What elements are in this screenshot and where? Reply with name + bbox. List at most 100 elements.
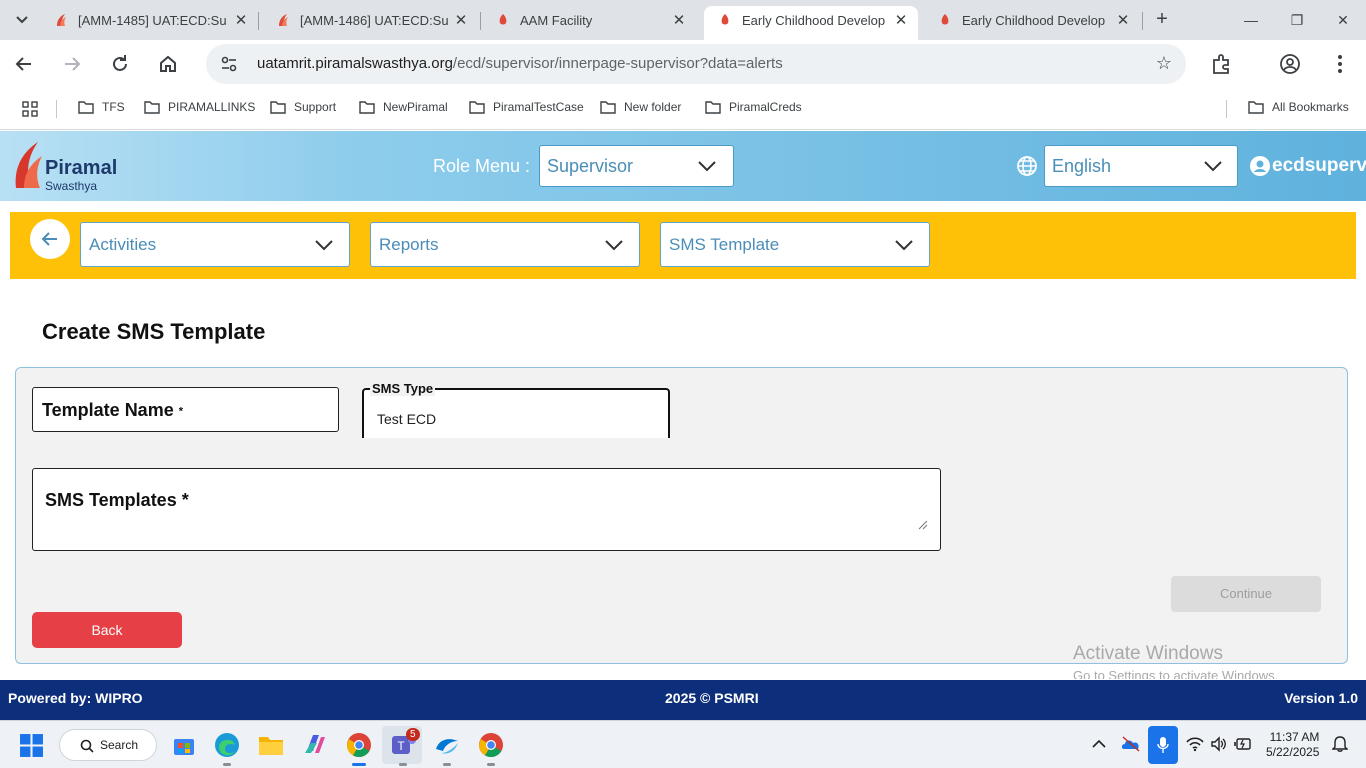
browser-tab[interactable]: [AMM-1486] UAT:ECD:Su ✕ [262,6,478,34]
back-button[interactable]: Back [32,612,182,648]
activities-select[interactable]: Activities [80,222,350,267]
template-name-input[interactable]: Template Name * [32,387,339,432]
new-tab-icon[interactable]: + [1150,8,1174,32]
tab-close-icon[interactable]: ✕ [892,11,910,29]
ecd-favicon-icon [941,14,949,25]
running-indicator [443,763,451,766]
sms-type-field[interactable]: SMS Type Test ECD [362,381,670,438]
tab-close-icon[interactable]: ✕ [452,11,470,29]
windows-start-icon[interactable] [19,733,44,758]
home-icon[interactable] [154,50,182,78]
tab-separator [480,12,481,30]
piramal-favicon-icon [57,14,66,26]
browser-tab[interactable]: [AMM-1485] UAT:ECD:Su ✕ [40,6,258,34]
bookmark-label: NewPiramal [383,100,448,114]
tab-search-icon[interactable] [8,8,36,32]
app-footer: Powered by: WIPRO 2025 © PSMRI Version 1… [0,680,1366,720]
bookmarks-bar: TFS PIRAMALLINKS Support NewPiramal Pira… [0,88,1366,130]
chevron-up-icon[interactable] [1092,739,1106,749]
sms-template-form-card: Template Name * SMS Type Test ECD SMS Te… [15,367,1348,664]
azure-data-studio-icon[interactable] [433,731,461,759]
sms-template-select[interactable]: SMS Template [660,222,930,267]
bookmark-label: Support [294,100,337,114]
continue-button[interactable]: Continue [1171,576,1321,612]
browser-tab-active[interactable]: Early Childhood Develop ✕ [704,6,918,40]
tab-close-icon[interactable]: ✕ [670,11,688,29]
piramal-flame-icon [15,142,42,188]
user-icon [1250,156,1270,176]
bookmark-folder[interactable]: PiramalCreds [705,100,802,114]
chrome-icon[interactable] [345,731,373,759]
teams-notification-badge: 5 [406,728,420,741]
back-arrow-icon[interactable] [10,50,38,78]
bookmark-folder[interactable]: PIRAMALLINKS [144,100,255,114]
browser-tab-strip: [AMM-1485] UAT:ECD:Su ✕ [AMM-1486] UAT:E… [0,0,1366,40]
bookmark-label: TFS [102,100,125,114]
microsoft-store-icon[interactable] [170,731,198,759]
svg-text:T: T [397,739,405,753]
tab-close-icon[interactable]: ✕ [1114,11,1132,29]
onedrive-icon[interactable] [1121,735,1141,753]
role-select[interactable]: Supervisor [539,145,734,187]
bookmark-folder[interactable]: TFS [78,100,125,114]
tab-separator [1142,12,1143,30]
taskbar-search-box[interactable]: Search [59,729,157,761]
reports-select[interactable]: Reports [370,222,640,267]
tab-title: Early Childhood Develop [742,12,886,28]
back-nav-button[interactable] [30,219,70,259]
battery-icon[interactable] [1234,737,1252,751]
logo-subtext: Swasthya [45,179,98,193]
language-select[interactable]: English [1044,145,1238,187]
apps-grid-icon[interactable] [22,101,38,117]
minimize-icon[interactable]: — [1228,8,1274,32]
required-mark: * [178,405,184,418]
folder-icon [270,100,286,114]
all-bookmarks[interactable]: All Bookmarks [1248,100,1349,114]
url-host: uatamrit.piramalswasthya.org [257,55,453,72]
chevron-down-icon [895,240,913,251]
restore-icon[interactable]: ❐ [1274,8,1320,32]
tab-close-icon[interactable]: ✕ [232,11,250,29]
bookmark-star-icon[interactable]: ☆ [1156,53,1172,74]
chevron-down-icon [605,240,623,251]
file-explorer-icon[interactable] [257,731,285,759]
bookmark-folder[interactable]: New folder [600,100,681,114]
browser-tab[interactable]: Early Childhood Develop ✕ [924,6,1140,34]
sms-type-value: Test ECD [377,411,437,427]
language-select-value: English [1052,156,1112,176]
browser-tab[interactable]: AAM Facility ✕ [482,6,696,34]
url-path: /ecd/supervisor/innerpage-supervisor?dat… [452,55,783,72]
window-close-icon[interactable]: ✕ [1320,8,1366,32]
bookmark-folder[interactable]: NewPiramal [359,100,448,114]
clock-time: 11:37 AM [1269,730,1320,744]
forward-arrow-icon[interactable] [58,50,86,78]
main-content: Create SMS Template Template Name * SMS … [10,279,1356,679]
reload-icon[interactable] [106,50,134,78]
sms-templates-textarea[interactable]: SMS Templates * [32,468,941,551]
wifi-icon[interactable] [1186,736,1204,752]
bookmark-label: PiramalCreds [729,100,802,114]
notification-bell-icon[interactable] [1332,736,1348,752]
bookmark-folder[interactable]: PiramalTestCase [469,100,584,114]
browser-menu-icon[interactable] [1328,52,1352,76]
address-bar[interactable]: uatamrit.piramalswasthya.org/ecd/supervi… [206,44,1186,84]
resize-handle-icon[interactable] [918,520,928,530]
taskbar-clock[interactable]: 11:37 AM 5/22/2025 [1266,730,1319,760]
bookmark-folder[interactable]: Support [270,100,336,114]
folder-icon [600,100,616,114]
speaker-icon[interactable] [1210,736,1226,752]
piramal-favicon-icon [279,14,288,26]
tab-title: [AMM-1485] UAT:ECD:Su [78,12,227,28]
reports-label: Reports [379,235,439,254]
username[interactable]: ecdsupervis [1272,155,1366,177]
microphone-button[interactable] [1148,726,1178,764]
microsoft-365-icon[interactable] [301,731,329,759]
edge-browser-icon[interactable] [213,731,241,759]
profile-icon[interactable] [1278,52,1302,76]
site-info-icon[interactable] [220,55,238,73]
app-header: Piramal Swasthya Role Menu : Supervisor … [0,131,1366,201]
extensions-icon[interactable] [1210,52,1234,76]
sms-templates-label: SMS Templates * [45,490,189,510]
chrome-profile-icon[interactable] [477,731,505,759]
folder-icon [705,100,721,114]
